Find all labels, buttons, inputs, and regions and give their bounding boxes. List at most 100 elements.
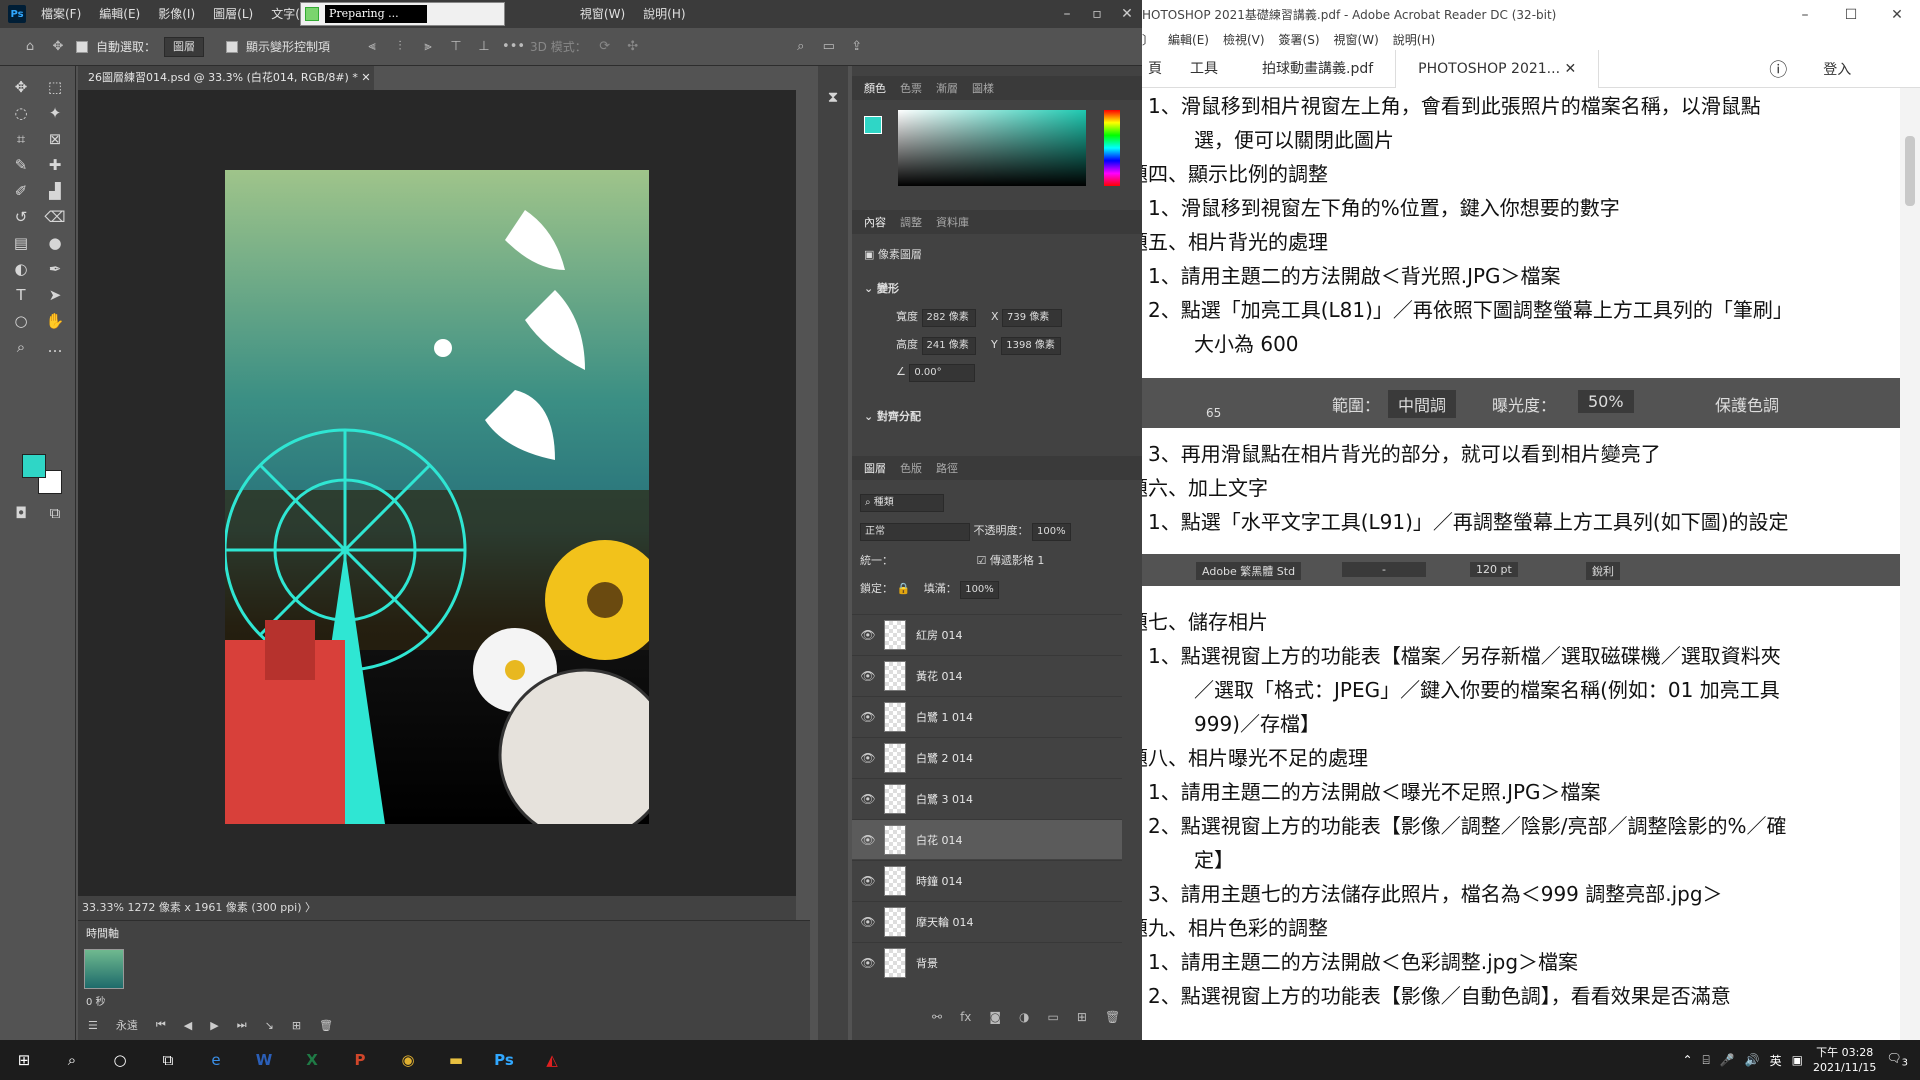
quick-mask-icon[interactable]: ◘ [10, 502, 32, 524]
move-tool-icon[interactable]: ✥ [10, 76, 32, 98]
clock[interactable]: 下午 03:28 2021/11/15 [1813, 1045, 1876, 1075]
photoshop-taskbar-icon[interactable]: Ps [480, 1040, 528, 1080]
propagate-checkbox[interactable]: ☑ [977, 554, 987, 567]
prev-frame-icon[interactable]: ◀ [184, 1019, 192, 1032]
search-icon[interactable]: ⌕ [48, 1040, 96, 1080]
fill-field[interactable]: 100% [960, 581, 999, 599]
excel-icon[interactable]: X [288, 1040, 336, 1080]
marquee-tool-icon[interactable]: ⬚ [44, 76, 66, 98]
align-right-icon[interactable]: ⫸ [418, 37, 438, 57]
close-tab-icon[interactable]: ✕ [1564, 61, 1576, 77]
type-tool-icon[interactable]: T [10, 284, 32, 306]
pdf-document[interactable]: 1、滑鼠移到相片視窗左上角，會看到此張照片的檔案名稱，以滑鼠點 選，便可以關閉此… [1142, 88, 1900, 1040]
move-tool-icon[interactable]: ✥ [48, 37, 68, 57]
visibility-eye-icon[interactable]: 👁 [852, 628, 884, 642]
share-icon[interactable]: ⇪ [847, 37, 867, 57]
minimize-icon[interactable]: – [1782, 0, 1828, 30]
tab-swatches[interactable]: 色票 [900, 80, 922, 96]
frame-delay[interactable]: 0 秒 [86, 993, 106, 1008]
tray-chevron-icon[interactable]: ⌃ [1682, 1053, 1692, 1067]
transform-section[interactable]: ⌄ 變形 [852, 280, 1142, 296]
visibility-eye-icon[interactable]: 👁 [852, 710, 884, 724]
history-panel-icon[interactable]: ⧗ [822, 86, 844, 108]
color-field[interactable] [898, 110, 1086, 186]
auto-select-target-dropdown[interactable]: 圖層 [164, 36, 205, 57]
more-icon[interactable]: ••• [502, 37, 525, 57]
layer-row[interactable]: 👁 白花 014 [852, 819, 1122, 859]
timeline-menu-icon[interactable]: ☰ [88, 1019, 98, 1032]
visibility-eye-icon[interactable]: 👁 [852, 956, 884, 970]
frame-tool-icon[interactable]: ⊠ [44, 128, 66, 150]
foreground-color-swatch[interactable] [22, 454, 46, 478]
menu-edit[interactable]: 編輯(E) [90, 0, 149, 28]
document-tab[interactable]: 26圖層練習014.psd @ 33.3% (白花014, RGB/8#) * … [78, 66, 374, 90]
word-icon[interactable]: W [240, 1040, 288, 1080]
menu-window[interactable]: 視窗(W) [1334, 30, 1379, 50]
link-layers-icon[interactable]: ⚯ [932, 1010, 942, 1024]
layer-row[interactable]: 👁 紅房 014 [852, 614, 1122, 654]
dodge-tool-icon[interactable]: ◐ [10, 258, 32, 280]
menu-view[interactable]: 檢視(V) [1223, 30, 1265, 50]
tab-gradients[interactable]: 漸層 [936, 80, 958, 96]
align-left-icon[interactable]: ⫷ [362, 37, 382, 57]
cortana-icon[interactable]: ○ [96, 1040, 144, 1080]
menu-window[interactable]: 視窗(W) [571, 0, 634, 28]
minimize-icon[interactable]: – [1052, 0, 1082, 28]
align-center-icon[interactable]: ⫶ [390, 37, 410, 57]
layer-row[interactable]: 👁 摩天輪 014 [852, 901, 1122, 941]
zoom-tool-icon[interactable]: ⌕ [10, 336, 32, 358]
y-field[interactable]: 1398 像素 [1001, 337, 1062, 355]
tab-color[interactable]: 顏色 [864, 80, 886, 96]
hand-tool-icon[interactable]: ✋ [44, 310, 66, 332]
layer-row[interactable]: 👁 時鐘 014 [852, 860, 1122, 900]
loop-option[interactable]: 永遠 [116, 1017, 138, 1033]
lasso-tool-icon[interactable]: ◌ [10, 102, 32, 124]
crop-tool-icon[interactable]: ⌗ [10, 128, 32, 150]
close-icon[interactable]: ✕ [1874, 0, 1920, 30]
delete-layer-icon[interactable]: 🗑 [1105, 1010, 1120, 1024]
height-field[interactable]: 241 像素 [921, 337, 976, 355]
ellipse-tool-icon[interactable]: ○ [10, 310, 32, 332]
pen-tool-icon[interactable]: ✒ [44, 258, 66, 280]
stamp-tool-icon[interactable]: ▟ [44, 180, 66, 202]
menu-file[interactable]: 〕 [1142, 30, 1154, 50]
tab-channels[interactable]: 色版 [900, 460, 922, 476]
align-top-icon[interactable]: ⊤ [446, 37, 466, 57]
visibility-eye-icon[interactable]: 👁 [852, 792, 884, 806]
brush-tool-icon[interactable]: ✐ [10, 180, 32, 202]
scrollbar-thumb[interactable] [1905, 136, 1915, 206]
healing-brush-icon[interactable]: ✚ [44, 154, 66, 176]
angle-field[interactable]: 0.00° [909, 364, 976, 382]
path-select-icon[interactable]: ➤ [44, 284, 66, 306]
tween-icon[interactable]: ↘ [265, 1019, 274, 1032]
fg-color-chip[interactable] [864, 116, 882, 134]
visibility-eye-icon[interactable]: 👁 [852, 915, 884, 929]
layer-row[interactable]: 👁 白鷺 3 014 [852, 778, 1122, 818]
show-transform-checkbox[interactable] [226, 40, 239, 53]
ime-indicator[interactable]: 英 [1770, 1052, 1782, 1069]
timeline-frame-thumbnail[interactable] [84, 949, 124, 989]
ime-mode-icon[interactable]: ▣ [1792, 1053, 1803, 1067]
new-group-icon[interactable]: ▭ [1048, 1010, 1059, 1024]
first-frame-icon[interactable]: ⏮ [156, 1018, 166, 1032]
visibility-eye-icon[interactable]: 👁 [852, 669, 884, 683]
add-mask-icon[interactable]: ◙ [989, 1010, 1001, 1024]
x-field[interactable]: 739 像素 [1002, 309, 1063, 327]
home-icon[interactable]: ⌂ [20, 37, 40, 57]
gradient-tool-icon[interactable]: ▤ [10, 232, 32, 254]
search-icon[interactable]: ⌕ [791, 37, 811, 57]
visibility-eye-icon[interactable]: 👁 [852, 833, 884, 847]
menu-edit[interactable]: 編輯(E) [1168, 30, 1209, 50]
pdf-scrollbar[interactable] [1900, 88, 1920, 1040]
tab-adjustments[interactable]: 調整 [900, 214, 922, 230]
notification-icon[interactable]: 🗨3 [1886, 1051, 1908, 1068]
chrome-icon[interactable]: ◉ [384, 1040, 432, 1080]
tab-paths[interactable]: 路徑 [936, 460, 958, 476]
powerpoint-icon[interactable]: P [336, 1040, 384, 1080]
start-icon[interactable]: ⊞ [0, 1040, 48, 1080]
adjustment-layer-icon[interactable]: ◑ [1019, 1010, 1029, 1024]
history-brush-icon[interactable]: ↺ [10, 206, 32, 228]
menu-help[interactable]: 說明(H) [1393, 30, 1435, 50]
task-view-icon[interactable]: ⧉ [144, 1040, 192, 1080]
more-tools-icon[interactable]: … [44, 336, 66, 358]
